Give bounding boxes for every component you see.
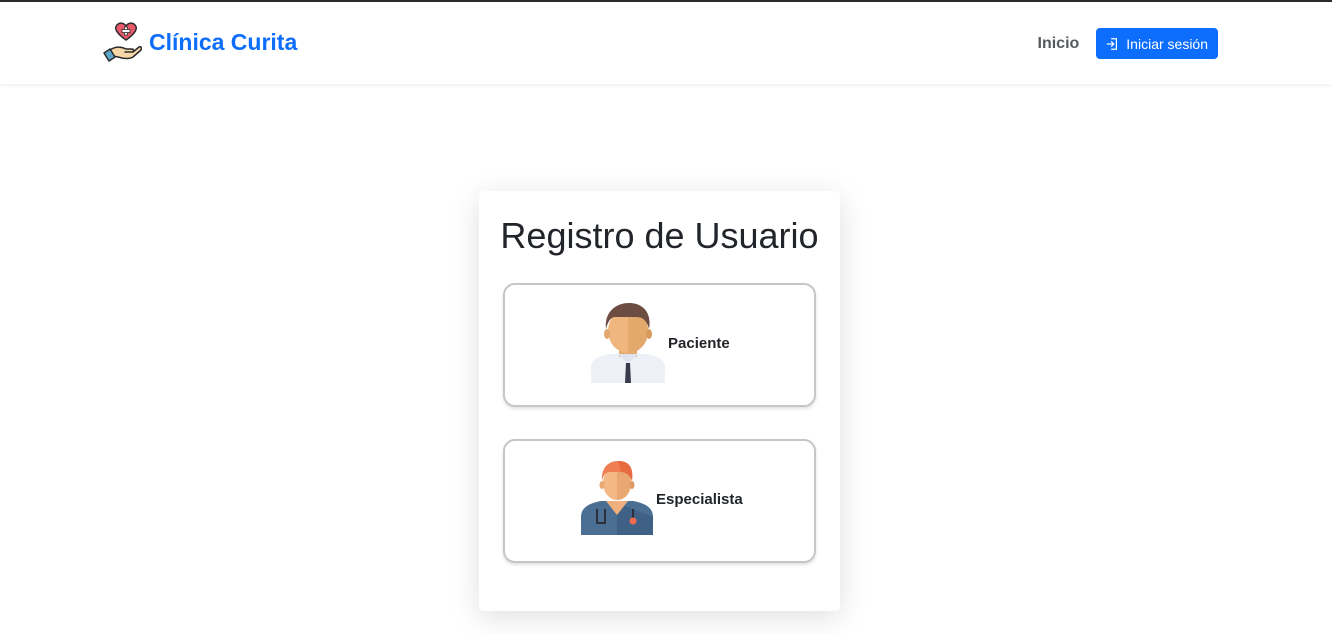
specialist-option-button[interactable]: Especialista: [503, 439, 816, 563]
login-button-label: Iniciar sesión: [1126, 35, 1208, 52]
sign-in-icon: [1107, 37, 1118, 50]
patient-option-label: Paciente: [668, 335, 730, 352]
nav-link-inicio[interactable]: Inicio: [1038, 35, 1080, 53]
doctor-avatar-icon: [581, 461, 653, 535]
login-button[interactable]: Iniciar sesión: [1096, 28, 1218, 59]
patient-option-button[interactable]: Paciente: [503, 283, 816, 407]
brand-link[interactable]: Clínica Curita: [102, 20, 297, 64]
patient-avatar-icon: [591, 303, 665, 383]
specialist-option-label: Especialista: [656, 491, 743, 508]
heart-hand-icon: [103, 22, 142, 62]
nav-right-group: Inicio Iniciar sesión: [1038, 28, 1218, 59]
registration-card: Registro de Usuario Paciente Especialist…: [479, 191, 840, 611]
navbar: Clínica Curita Inicio Iniciar sesión: [0, 2, 1332, 84]
brand-name: Clínica Curita: [149, 28, 298, 55]
page-title: Registro de Usuario: [500, 215, 819, 256]
